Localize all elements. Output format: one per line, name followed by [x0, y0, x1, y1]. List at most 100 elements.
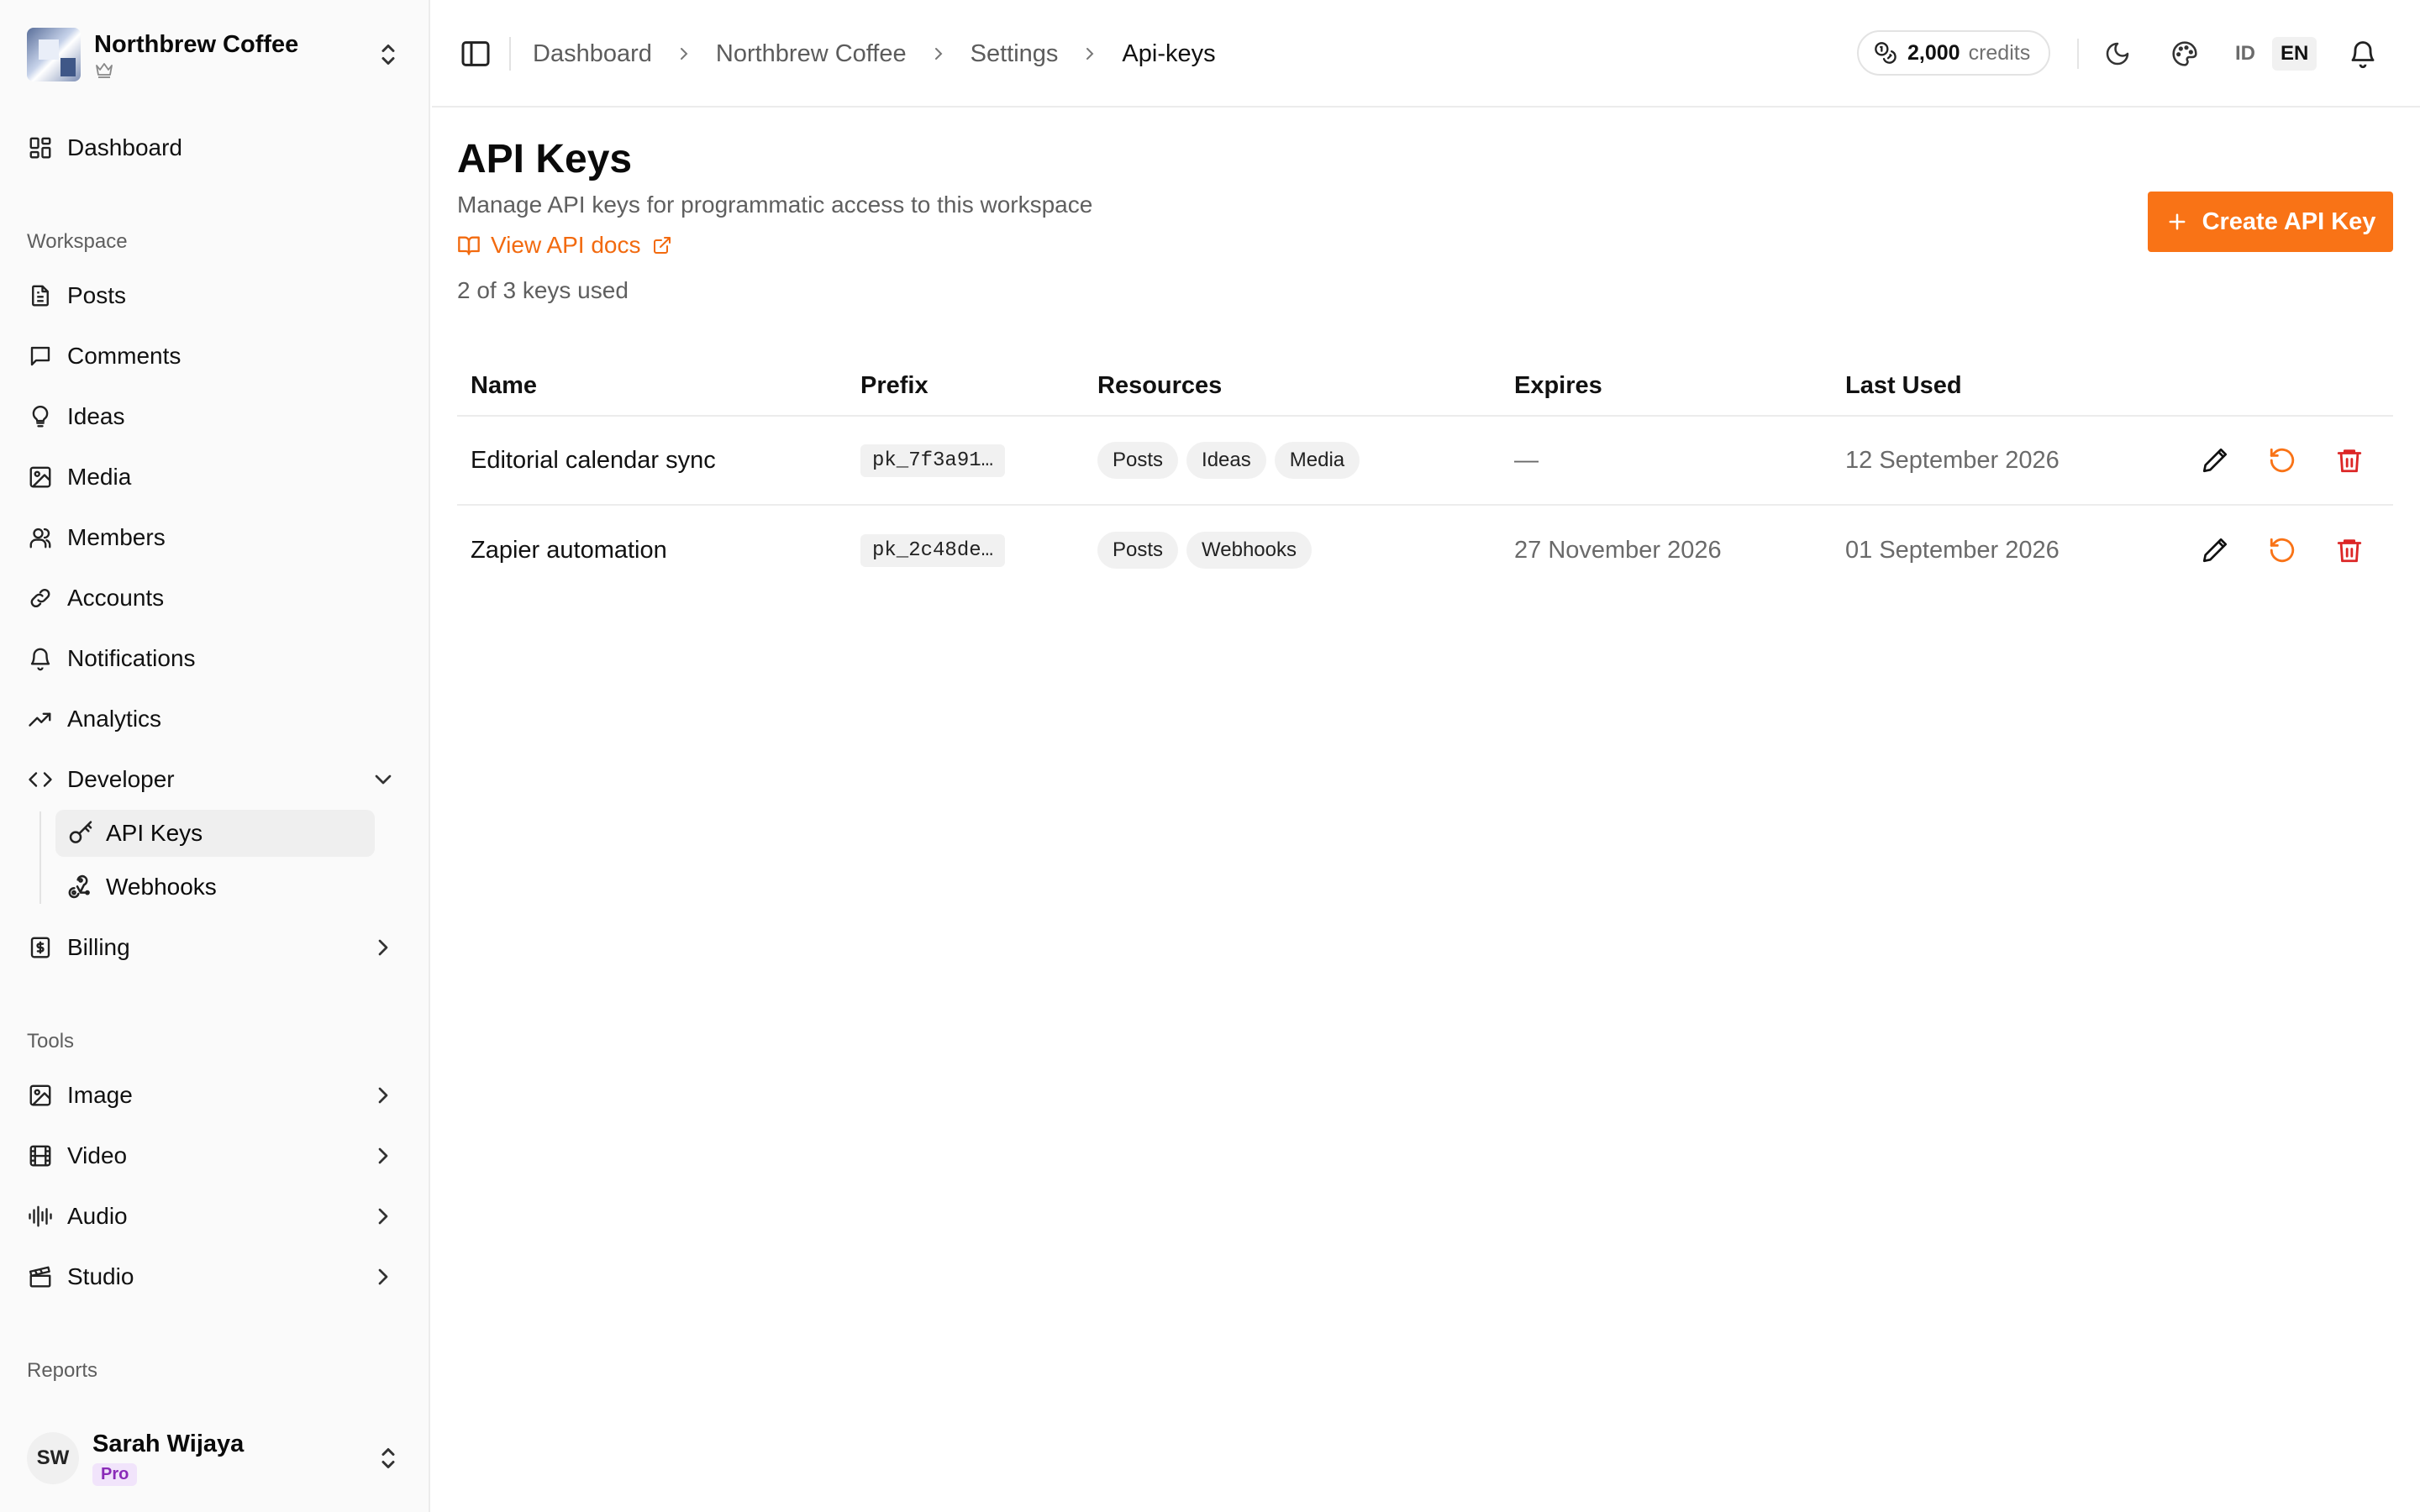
audio-lines-icon [27, 1203, 54, 1230]
nav-developer-label: Developer [67, 766, 175, 792]
nav-audio[interactable]: Audio [27, 1193, 403, 1240]
nav-ideas[interactable]: Ideas [27, 393, 403, 440]
plus-icon [2169, 213, 2186, 230]
notifications-button[interactable] [2346, 37, 2380, 71]
theme-toggle-button[interactable] [2101, 37, 2134, 71]
sidebar-toggle-icon[interactable] [459, 37, 492, 71]
lightbulb-icon [27, 403, 54, 430]
breadcrumb-settings[interactable]: Settings [971, 40, 1059, 68]
api-keys-table: Name Prefix Resources Expires Last Used … [457, 356, 2393, 595]
key-icon [69, 821, 92, 843]
clapperboard-icon [27, 1263, 54, 1290]
nav-image[interactable]: Image [27, 1072, 403, 1119]
trash-icon [2337, 449, 2362, 473]
nav-comments[interactable]: Comments [27, 333, 403, 380]
nav-posts[interactable]: Posts [27, 272, 403, 319]
chevron-right-icon [378, 939, 388, 956]
nav-analytics[interactable]: Analytics [27, 696, 403, 743]
moon-icon [2106, 42, 2129, 66]
nav-video-label: Video [67, 1142, 128, 1168]
file-text-icon [27, 282, 54, 309]
palette-icon [2172, 41, 2197, 66]
chevron-right-icon [1086, 48, 1094, 60]
nav-media[interactable]: Media [27, 454, 403, 501]
chevron-right-icon [378, 1147, 388, 1164]
edit-key-button[interactable] [2196, 532, 2233, 569]
nav-notifications[interactable]: Notifications [27, 635, 403, 682]
book-open-icon [458, 236, 480, 255]
page-description: Manage API keys for programmatic access … [457, 192, 1093, 218]
chevrons-up-down-icon [381, 1448, 395, 1468]
nav-audio-label: Audio [67, 1203, 128, 1229]
breadcrumb-workspace[interactable]: Northbrew Coffee [716, 40, 907, 68]
delete-key-button[interactable] [2331, 442, 2368, 479]
column-header-prefix: Prefix [860, 371, 929, 399]
bell-icon [2351, 41, 2375, 69]
nav-members[interactable]: Members [27, 514, 403, 561]
column-header-resources: Resources [1097, 371, 1223, 399]
plan-badge: Pro [92, 1463, 138, 1486]
view-api-docs-link[interactable]: View API docs [457, 230, 672, 260]
nav-members-label: Members [67, 524, 166, 550]
submenu-guide-line [39, 811, 41, 904]
bell-icon [27, 645, 54, 672]
resource-tag: Webhooks [1186, 532, 1312, 569]
users-icon [27, 524, 54, 551]
chevron-right-icon [680, 48, 688, 60]
nav-studio[interactable]: Studio [27, 1253, 403, 1300]
table-row: Zapier automation pk_2c48de… Posts Webho… [457, 506, 2393, 595]
section-reports: Reports [27, 1359, 98, 1382]
edit-key-button[interactable] [2196, 442, 2233, 479]
workspace-switcher[interactable]: Northbrew Coffee [27, 25, 403, 84]
coins-icon [1875, 42, 1897, 64]
page-title: API Keys [457, 137, 633, 181]
nav-video[interactable]: Video [27, 1132, 403, 1179]
lang-id-button[interactable]: ID [2227, 37, 2264, 71]
nav-billing[interactable]: Billing [27, 924, 403, 971]
pencil-icon [2202, 448, 2228, 473]
resource-tag: Media [1274, 442, 1360, 479]
credits-value: 2,000 [1907, 40, 1960, 65]
key-name: Zapier automation [471, 536, 667, 564]
create-api-key-button[interactable]: Create API Key [2148, 192, 2393, 252]
sidebar: Northbrew Coffee Dashboard Workspace Pos… [0, 0, 430, 1512]
nav-media-label: Media [67, 464, 132, 490]
user-text: Sarah Wijaya Pro [92, 1431, 373, 1486]
receipt-icon [27, 934, 54, 961]
regenerate-key-button[interactable] [2264, 532, 2301, 569]
create-api-key-label: Create API Key [2202, 207, 2376, 235]
user-menu[interactable]: SW Sarah Wijaya Pro [27, 1428, 403, 1488]
section-tools: Tools [27, 1030, 75, 1053]
external-link-icon [654, 237, 671, 254]
crown-icon [94, 60, 373, 79]
nav-accounts[interactable]: Accounts [27, 575, 403, 622]
key-last-used: 01 September 2026 [1845, 536, 2060, 564]
key-prefix: pk_7f3a91… [860, 444, 1006, 477]
key-name: Editorial calendar sync [471, 446, 716, 474]
key-expires: — [1514, 446, 1539, 474]
header-vertical-divider [2077, 39, 2079, 69]
message-square-icon [27, 343, 54, 370]
workspace-logo [27, 28, 81, 81]
palette-button[interactable] [2168, 37, 2202, 71]
lang-en-button[interactable]: EN [2272, 37, 2317, 71]
nav-api-keys[interactable]: API Keys [55, 810, 375, 857]
nav-posts-label: Posts [67, 282, 127, 308]
nav-image-label: Image [67, 1082, 133, 1108]
nav-webhooks-label: Webhooks [106, 874, 217, 900]
nav-comments-label: Comments [67, 343, 182, 369]
chevron-down-icon [375, 774, 392, 785]
nav-webhooks[interactable]: Webhooks [55, 864, 375, 911]
chevron-right-icon [934, 48, 943, 60]
user-name: Sarah Wijaya [92, 1431, 245, 1457]
delete-key-button[interactable] [2331, 532, 2368, 569]
column-header-name: Name [471, 371, 537, 399]
regenerate-key-button[interactable] [2264, 442, 2301, 479]
credits-badge[interactable]: 2,000 credits [1857, 30, 2051, 76]
image-icon [27, 1082, 54, 1109]
workspace-text: Northbrew Coffee [94, 30, 373, 79]
trash-icon [2337, 539, 2362, 563]
nav-developer[interactable]: Developer [27, 756, 403, 803]
nav-dashboard[interactable]: Dashboard [27, 124, 403, 171]
breadcrumb-dashboard[interactable]: Dashboard [533, 40, 652, 68]
